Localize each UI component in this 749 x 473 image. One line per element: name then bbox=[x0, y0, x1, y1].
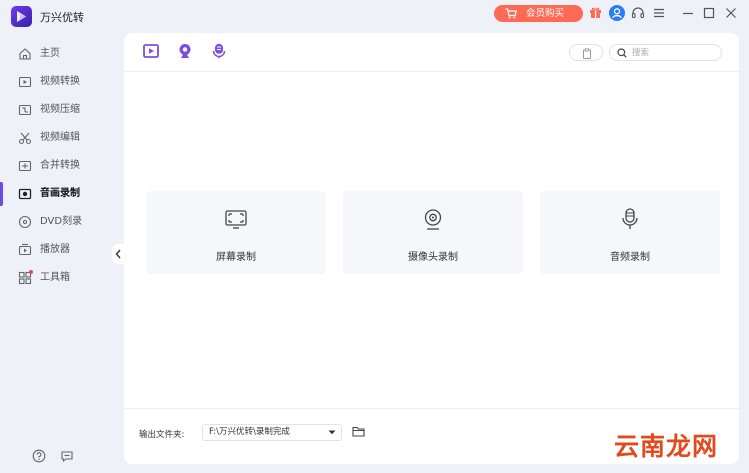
headset-support-icon[interactable] bbox=[631, 6, 645, 20]
clipboard-button[interactable] bbox=[569, 44, 603, 61]
microphone-icon bbox=[622, 208, 638, 229]
menu-icon[interactable] bbox=[653, 6, 665, 20]
webcam-record-label: 摄像头录制 bbox=[408, 252, 458, 263]
video-compress-icon bbox=[18, 104, 32, 116]
disc-icon bbox=[18, 215, 32, 229]
audio-record-card[interactable]: 音频录制 bbox=[540, 191, 720, 274]
merge-icon bbox=[18, 160, 32, 172]
clipboard-icon bbox=[583, 48, 591, 59]
sidebar-item-toolbox[interactable]: 工具箱 bbox=[0, 264, 124, 292]
folder-icon[interactable] bbox=[352, 426, 365, 437]
search-input[interactable] bbox=[632, 47, 718, 59]
sidebar-item-label: 视频转换 bbox=[40, 76, 80, 87]
record-icon bbox=[18, 188, 32, 200]
watermark: 云南龙网 bbox=[614, 432, 719, 461]
maximize-icon[interactable] bbox=[703, 6, 715, 20]
chevron-down-icon bbox=[328, 430, 336, 435]
player-icon bbox=[18, 243, 32, 256]
screen-record-toolbar-icon[interactable] bbox=[143, 43, 159, 59]
sidebar-item-video-convert[interactable]: 视频转换 bbox=[0, 68, 124, 96]
sidebar: 主页 视频转换 视频压缩 视频编辑 合并转换 音画录制 DVD刻录 播放器 工具… bbox=[0, 40, 124, 292]
collapse-sidebar-button[interactable] bbox=[112, 244, 124, 264]
audio-record-label: 音频录制 bbox=[610, 252, 650, 263]
sidebar-item-label: 主页 bbox=[40, 48, 60, 59]
output-folder-label: 输出文件夹: bbox=[139, 430, 185, 440]
sidebar-item-label: 合并转换 bbox=[40, 160, 80, 171]
main-panel: 屏幕录制 摄像头录制 音频录制 输出文件夹: F:\万兴优转\录制完成 bbox=[124, 33, 739, 464]
microphone-toolbar-icon[interactable] bbox=[212, 43, 226, 59]
scissors-icon bbox=[18, 132, 32, 145]
sidebar-item-label: 音画录制 bbox=[40, 188, 80, 199]
sidebar-item-label: 播放器 bbox=[40, 244, 70, 255]
title-bar: 万兴优转 会员购买 bbox=[0, 0, 749, 32]
sidebar-item-merge[interactable]: 合并转换 bbox=[0, 152, 124, 180]
video-convert-icon bbox=[18, 76, 32, 88]
webcam-icon bbox=[424, 209, 442, 230]
search-icon bbox=[617, 48, 627, 58]
screen-record-card[interactable]: 屏幕录制 bbox=[146, 191, 326, 274]
sidebar-item-label: DVD刻录 bbox=[40, 216, 83, 227]
webcam-toolbar-icon[interactable] bbox=[177, 43, 193, 59]
search-box[interactable] bbox=[609, 44, 722, 61]
sidebar-item-video-edit[interactable]: 视频编辑 bbox=[0, 124, 124, 152]
feedback-icon[interactable] bbox=[60, 449, 74, 463]
output-folder-path: F:\万兴优转\录制完成 bbox=[209, 427, 290, 437]
minimize-icon[interactable] bbox=[682, 6, 694, 20]
sidebar-item-label: 视频压缩 bbox=[40, 104, 80, 115]
sidebar-item-player[interactable]: 播放器 bbox=[0, 236, 124, 264]
vip-purchase-button[interactable]: 会员购买 bbox=[494, 5, 583, 22]
notification-dot bbox=[29, 270, 33, 274]
user-avatar[interactable] bbox=[609, 5, 625, 21]
sidebar-item-video-compress[interactable]: 视频压缩 bbox=[0, 96, 124, 124]
toolbar-divider bbox=[124, 71, 739, 72]
webcam-record-card[interactable]: 摄像头录制 bbox=[343, 191, 523, 274]
screen-record-label: 屏幕录制 bbox=[216, 252, 256, 263]
vip-purchase-label: 会员购买 bbox=[526, 8, 565, 19]
footer-divider bbox=[124, 408, 739, 409]
chevron-left-icon bbox=[115, 249, 121, 259]
help-icon[interactable] bbox=[32, 449, 46, 463]
app-title: 万兴优转 bbox=[40, 11, 84, 24]
cart-icon bbox=[505, 8, 517, 19]
sidebar-item-dvd-burn[interactable]: DVD刻录 bbox=[0, 208, 124, 236]
home-icon bbox=[19, 48, 31, 60]
close-icon[interactable] bbox=[725, 6, 737, 20]
sidebar-item-screen-recorder[interactable]: 音画录制 bbox=[0, 180, 124, 208]
sidebar-item-label: 工具箱 bbox=[40, 272, 70, 283]
gift-icon[interactable] bbox=[589, 6, 602, 19]
sidebar-item-label: 视频编辑 bbox=[40, 132, 80, 143]
app-logo bbox=[11, 6, 32, 27]
sidebar-item-home[interactable]: 主页 bbox=[0, 40, 124, 68]
screen-record-icon bbox=[225, 210, 247, 229]
app-window: 万兴优转 会员购买 主页 视频转换 视频压缩 视频编辑 合并转换 音画录制 DV… bbox=[0, 0, 749, 473]
output-folder-select[interactable]: F:\万兴优转\录制完成 bbox=[202, 424, 342, 441]
